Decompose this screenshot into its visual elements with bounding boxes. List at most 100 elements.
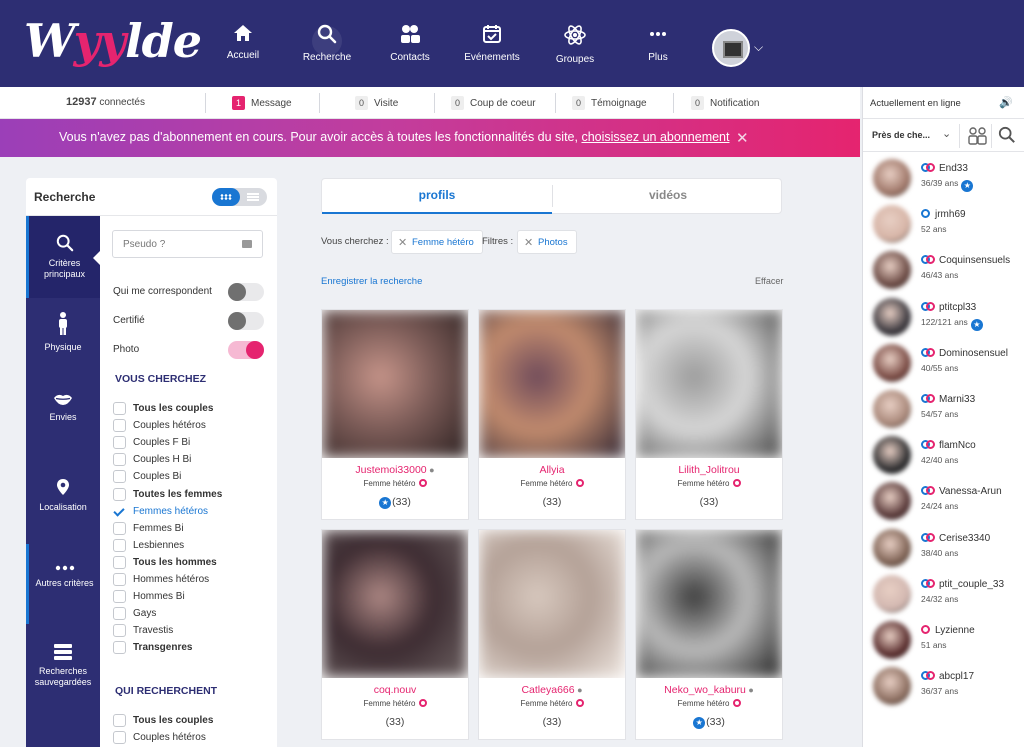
profile-username[interactable]: coq.nouv: [322, 684, 468, 696]
online-user-name[interactable]: Lyzienne: [921, 625, 975, 636]
you-search-checkbox[interactable]: [113, 641, 126, 655]
online-user-row[interactable]: Marni33 54/57 ans: [863, 390, 1024, 436]
match-toggle[interactable]: [228, 283, 264, 301]
profile-photo[interactable]: [636, 530, 782, 678]
online-user-name[interactable]: Cerise3340: [921, 532, 990, 544]
online-user-avatar[interactable]: [873, 667, 911, 706]
online-user-avatar[interactable]: [873, 390, 911, 428]
online-user-name-text[interactable]: ptitcpl33: [939, 302, 976, 313]
profile-photo[interactable]: [479, 310, 625, 458]
profile-card[interactable]: coq.nouv Femme hétéro (33): [321, 529, 469, 740]
online-user-row[interactable]: Vanessa-Arun 24/24 ans: [863, 482, 1024, 528]
pseudo-input[interactable]: Pseudo ?: [112, 230, 263, 258]
nav-accueil[interactable]: Accueil: [198, 24, 288, 61]
stat-visite[interactable]: 0 Visite: [355, 96, 398, 110]
list-icon[interactable]: [247, 193, 259, 201]
online-user-name[interactable]: ptitcpl33: [921, 301, 976, 313]
profile-card[interactable]: Lilith_Jolitrou Femme hétéro (33): [635, 309, 783, 520]
online-user-name-text[interactable]: Cerise3340: [939, 533, 990, 544]
profile-username-text[interactable]: Neko_wo_kaburu: [664, 684, 746, 696]
online-user-row[interactable]: jrmh69 52 ans: [863, 205, 1024, 251]
nav-contacts[interactable]: Contacts: [365, 24, 455, 63]
nav-plus[interactable]: Plus: [613, 24, 703, 63]
you-search-checkbox[interactable]: [113, 555, 126, 569]
profile-card[interactable]: Allyia Femme hétéro (33): [478, 309, 626, 520]
online-user-name[interactable]: ptit_couple_33: [921, 578, 1004, 590]
you-search-checkbox[interactable]: [113, 402, 126, 415]
you-search-checkbox[interactable]: [113, 538, 126, 552]
profile-username-text[interactable]: Lilith_Jolitrou: [678, 464, 739, 476]
saved-searches[interactable]: Recherches sauvegardées: [26, 644, 100, 714]
remove-chip-icon[interactable]: ✕: [398, 231, 407, 255]
you-search-checkbox[interactable]: [113, 505, 126, 518]
criteria-autres[interactable]: Autres critères: [26, 544, 100, 624]
profile-username[interactable]: Catleya666 ●: [479, 684, 625, 696]
you-search-checkbox[interactable]: [113, 487, 126, 501]
online-user-name[interactable]: Vanessa-Arun: [921, 486, 1002, 497]
couple-filter-icon[interactable]: [968, 127, 988, 145]
online-user-avatar[interactable]: [873, 297, 911, 336]
profile-card[interactable]: Catleya666 ● Femme hétéro (33): [478, 529, 626, 740]
profile-photo[interactable]: [322, 530, 468, 678]
profile-photo[interactable]: [322, 310, 468, 458]
profile-card[interactable]: Neko_wo_kaburu ● Femme hétéro ★ (33): [635, 529, 783, 740]
online-user-avatar[interactable]: [873, 621, 911, 659]
profile-username[interactable]: Lilith_Jolitrou: [636, 464, 782, 476]
you-search-checkbox[interactable]: [113, 521, 126, 535]
online-user-avatar[interactable]: [873, 482, 911, 521]
online-user-row[interactable]: Dominosensuel 40/55 ans: [863, 343, 1024, 390]
profile-username-text[interactable]: Allyia: [539, 464, 564, 476]
online-user-row[interactable]: Cerise3340 38/40 ans: [863, 528, 1024, 575]
online-user-row[interactable]: flamNco 42/40 ans: [863, 436, 1024, 482]
online-user-name[interactable]: Coquinsensuels: [921, 255, 1010, 266]
you-search-checkbox[interactable]: [113, 419, 126, 433]
online-user-name-text[interactable]: ptit_couple_33: [939, 579, 1004, 590]
online-user-row[interactable]: Lyzienne 51 ans: [863, 621, 1024, 667]
you-search-checkbox[interactable]: [113, 470, 126, 484]
grid-view-option[interactable]: [212, 188, 240, 206]
chevron-down-icon[interactable]: ⌵: [754, 40, 763, 55]
nav-recherche[interactable]: Recherche: [282, 24, 372, 63]
online-user-avatar[interactable]: [873, 528, 911, 567]
nav-evenements[interactable]: Evénements: [447, 24, 537, 63]
user-avatar[interactable]: [712, 29, 750, 67]
criteria-physique[interactable]: Physique: [26, 304, 100, 374]
profile-photo[interactable]: [479, 530, 625, 678]
profile-username-text[interactable]: Justemoi33000: [355, 464, 426, 476]
you-search-checkbox[interactable]: [113, 590, 126, 604]
you-search-checkbox[interactable]: [113, 624, 126, 638]
online-user-row[interactable]: abcpl17 36/37 ans: [863, 667, 1024, 713]
you-search-checkbox[interactable]: [113, 573, 126, 586]
clear-filters-link[interactable]: Effacer: [755, 276, 783, 286]
online-user-row[interactable]: ptitcpl33 122/121 ans ★: [863, 297, 1024, 344]
online-user-avatar[interactable]: [873, 159, 911, 197]
profile-username-text[interactable]: Catleya666: [521, 684, 574, 696]
stat-notification[interactable]: 0 Notification: [691, 96, 759, 110]
online-user-avatar[interactable]: [873, 436, 911, 475]
stat-coup-de-coeur[interactable]: 0 Coup de coeur: [451, 96, 536, 110]
certified-toggle[interactable]: [228, 312, 264, 330]
online-user-name[interactable]: flamNco: [921, 440, 976, 451]
online-user-name[interactable]: Marni33: [921, 394, 975, 405]
online-user-row[interactable]: Coquinsensuels 46/43 ans: [863, 251, 1024, 297]
criteria-main[interactable]: Critères principaux: [26, 216, 101, 298]
tab-videos[interactable]: vidéos: [553, 179, 783, 214]
chevron-down-icon[interactable]: ⌄: [942, 127, 951, 140]
online-user-name-text[interactable]: abcpl17: [939, 671, 974, 682]
photo-toggle[interactable]: [228, 341, 264, 359]
online-user-name[interactable]: End33: [921, 163, 968, 174]
you-search-checkbox[interactable]: [113, 436, 126, 450]
choose-subscription-link[interactable]: choisissez un abonnement: [581, 130, 729, 144]
online-user-name-text[interactable]: End33: [939, 163, 968, 174]
tab-profils[interactable]: profils: [322, 179, 552, 214]
distance-select[interactable]: Près de che...: [872, 130, 930, 140]
stat-temoignage[interactable]: 0 Témoignage: [572, 96, 647, 110]
wyylde-logo[interactable]: Wyylde: [24, 14, 202, 68]
profile-username[interactable]: Justemoi33000 ●: [322, 464, 468, 476]
online-user-name-text[interactable]: Lyzienne: [935, 625, 975, 636]
online-user-name-text[interactable]: flamNco: [939, 440, 976, 451]
online-user-avatar[interactable]: [873, 574, 911, 613]
online-user-name[interactable]: jrmh69: [921, 209, 966, 220]
criteria-localisation[interactable]: Localisation: [26, 478, 100, 538]
profile-username[interactable]: Allyia: [479, 464, 625, 476]
